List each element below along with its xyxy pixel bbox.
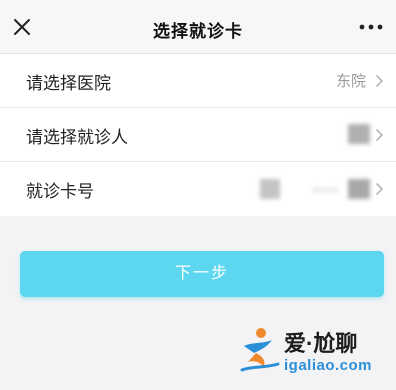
more-icon[interactable] (358, 18, 384, 36)
chevron-right-icon (375, 128, 384, 142)
hospital-value: 东院 (335, 73, 366, 90)
chevron-right-icon (375, 182, 384, 196)
watermark-logo-icon (240, 328, 280, 372)
site-watermark: 爱·尬聊 igaliao.com (238, 324, 388, 380)
redacted-patient-value (348, 124, 370, 144)
redacted-card-block-2 (312, 188, 338, 192)
watermark-url: igaliao.com (284, 357, 373, 374)
redacted-card-block-1 (260, 179, 280, 199)
redacted-card-block-3 (348, 179, 370, 199)
next-step-button[interactable]: 下一步 (20, 251, 384, 297)
hospital-label: 请选择医院 (26, 74, 111, 93)
patient-select-row[interactable]: 请选择就诊人 (0, 108, 396, 162)
patient-label: 请选择就诊人 (26, 128, 128, 147)
watermark-brand: 爱·尬聊 (284, 331, 358, 356)
hospital-select-row[interactable]: 请选择医院 东院 (0, 54, 396, 108)
nav-header: 选择就诊卡 (0, 0, 396, 54)
card-number-label: 就诊卡号 (26, 182, 94, 201)
card-number-row[interactable]: 就诊卡号 (0, 162, 396, 216)
chevron-right-icon (375, 74, 384, 88)
selection-list: 请选择医院 东院 请选择就诊人 就诊卡号 (0, 54, 396, 216)
page-title: 选择就诊卡 (153, 22, 243, 41)
